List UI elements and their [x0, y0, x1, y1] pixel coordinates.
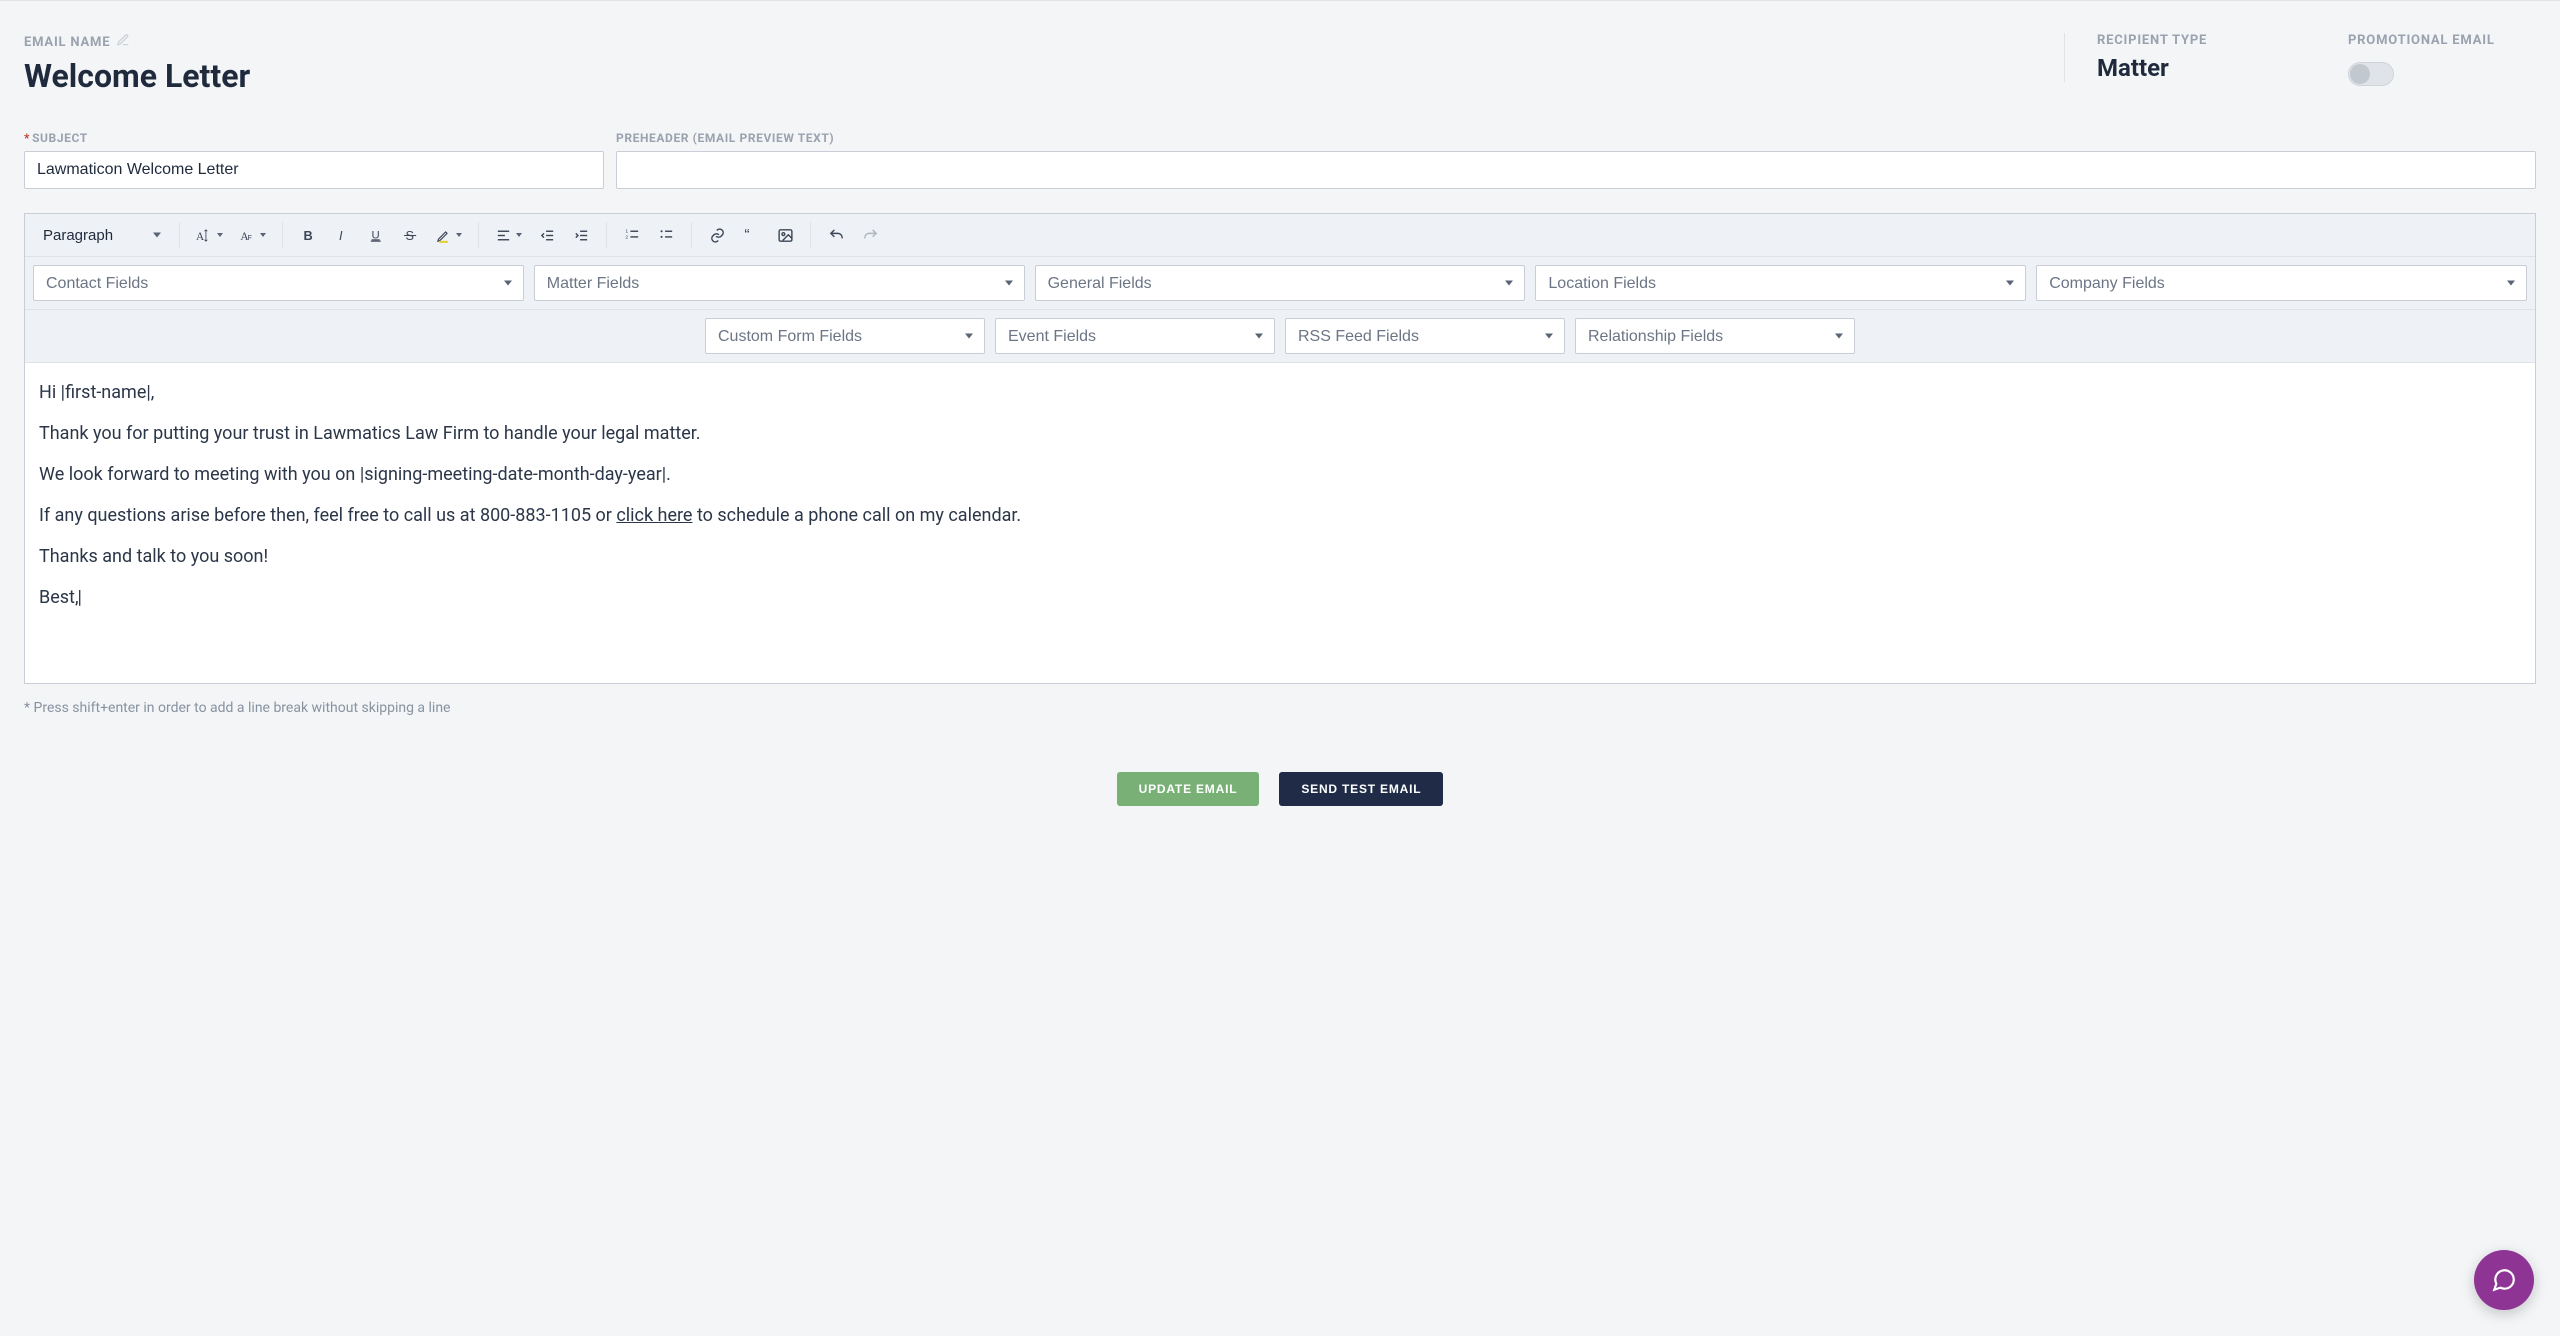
svg-text:B: B	[303, 227, 312, 242]
preheader-input[interactable]	[616, 151, 2536, 189]
relationship-fields-select[interactable]: Relationship Fields	[1575, 318, 1855, 354]
email-name-label: EMAIL NAME	[24, 35, 110, 50]
editor: Paragraph A AF B I U S	[24, 213, 2536, 684]
subject-input[interactable]	[24, 151, 604, 189]
edit-icon[interactable]	[116, 33, 130, 51]
ordered-list-button[interactable]: 12	[617, 220, 647, 250]
form-row: *SUBJECT PREHEADER (EMAIL PREVIEW TEXT)	[24, 131, 2536, 189]
svg-text:1: 1	[625, 228, 628, 234]
font-size-button[interactable]: A	[190, 220, 229, 250]
body-line: Thanks and talk to you soon!	[39, 543, 2521, 570]
company-fields-select[interactable]: Company Fields	[2036, 265, 2527, 301]
svg-text:“: “	[744, 227, 749, 244]
preheader-label: PREHEADER (EMAIL PREVIEW TEXT)	[616, 131, 2536, 145]
body-line: We look forward to meeting with you on |…	[39, 461, 2521, 488]
event-fields-select[interactable]: Event Fields	[995, 318, 1275, 354]
svg-text:F: F	[248, 233, 253, 241]
strikethrough-button[interactable]: S	[395, 220, 425, 250]
promotional-toggle[interactable]	[2348, 62, 2394, 86]
recipient-type-value: Matter	[2097, 54, 2284, 82]
email-name-block: EMAIL NAME Welcome Letter	[24, 33, 2032, 95]
redo-button[interactable]	[855, 220, 885, 250]
promotional-label: PROMOTIONAL EMAIL	[2348, 33, 2536, 48]
promotional-block: PROMOTIONAL EMAIL	[2316, 33, 2536, 90]
click-here-link[interactable]: click here	[616, 505, 692, 526]
location-fields-select[interactable]: Location Fields	[1535, 265, 2026, 301]
action-row: UPDATE EMAIL SEND TEST EMAIL	[24, 772, 2536, 806]
chat-icon	[2491, 1267, 2517, 1293]
unordered-list-button[interactable]	[651, 220, 681, 250]
body-line: Best,	[39, 584, 2521, 611]
underline-button[interactable]: U	[361, 220, 391, 250]
editor-hint: * Press shift+enter in order to add a li…	[24, 700, 2536, 716]
body-line: Hi |first-name|,	[39, 379, 2521, 406]
custom-form-fields-select[interactable]: Custom Form Fields	[705, 318, 985, 354]
indent-decrease-button[interactable]	[532, 220, 562, 250]
general-fields-select[interactable]: General Fields	[1035, 265, 1526, 301]
toolbar: Paragraph A AF B I U S	[25, 214, 2535, 257]
header-row: EMAIL NAME Welcome Letter RECIPIENT TYPE…	[24, 33, 2536, 95]
quote-button[interactable]: “	[736, 220, 766, 250]
body-line: Thank you for putting your trust in Lawm…	[39, 420, 2521, 447]
send-test-email-button[interactable]: SEND TEST EMAIL	[1279, 772, 1443, 806]
toggle-knob	[2350, 64, 2370, 84]
format-select[interactable]: Paragraph	[33, 220, 169, 250]
body-line: If any questions arise before then, feel…	[39, 502, 2521, 529]
highlight-button[interactable]	[429, 220, 468, 250]
recipient-type-label: RECIPIENT TYPE	[2097, 33, 2284, 48]
email-name-title: Welcome Letter	[24, 57, 2032, 95]
align-button[interactable]	[489, 220, 528, 250]
merge-fields-row-1: Contact Fields Matter Fields General Fie…	[25, 257, 2535, 310]
recipient-type-block: RECIPIENT TYPE Matter	[2064, 33, 2284, 82]
bold-button[interactable]: B	[293, 220, 323, 250]
svg-text:I: I	[338, 227, 342, 242]
indent-increase-button[interactable]	[566, 220, 596, 250]
rss-feed-fields-select[interactable]: RSS Feed Fields	[1285, 318, 1565, 354]
svg-text:2: 2	[625, 234, 628, 240]
subject-label: *SUBJECT	[24, 131, 604, 145]
contact-fields-select[interactable]: Contact Fields	[33, 265, 524, 301]
font-family-button[interactable]: AF	[233, 220, 272, 250]
undo-button[interactable]	[821, 220, 851, 250]
italic-button[interactable]: I	[327, 220, 357, 250]
merge-fields-row-2: Custom Form Fields Event Fields RSS Feed…	[25, 310, 2535, 363]
update-email-button[interactable]: UPDATE EMAIL	[1117, 772, 1260, 806]
svg-text:A: A	[196, 230, 205, 242]
svg-text:U: U	[371, 229, 379, 241]
help-chat-button[interactable]	[2474, 1250, 2534, 1310]
link-button[interactable]	[702, 220, 732, 250]
image-button[interactable]	[770, 220, 800, 250]
matter-fields-select[interactable]: Matter Fields	[534, 265, 1025, 301]
editor-body[interactable]: Hi |first-name|, Thank you for putting y…	[25, 363, 2535, 683]
